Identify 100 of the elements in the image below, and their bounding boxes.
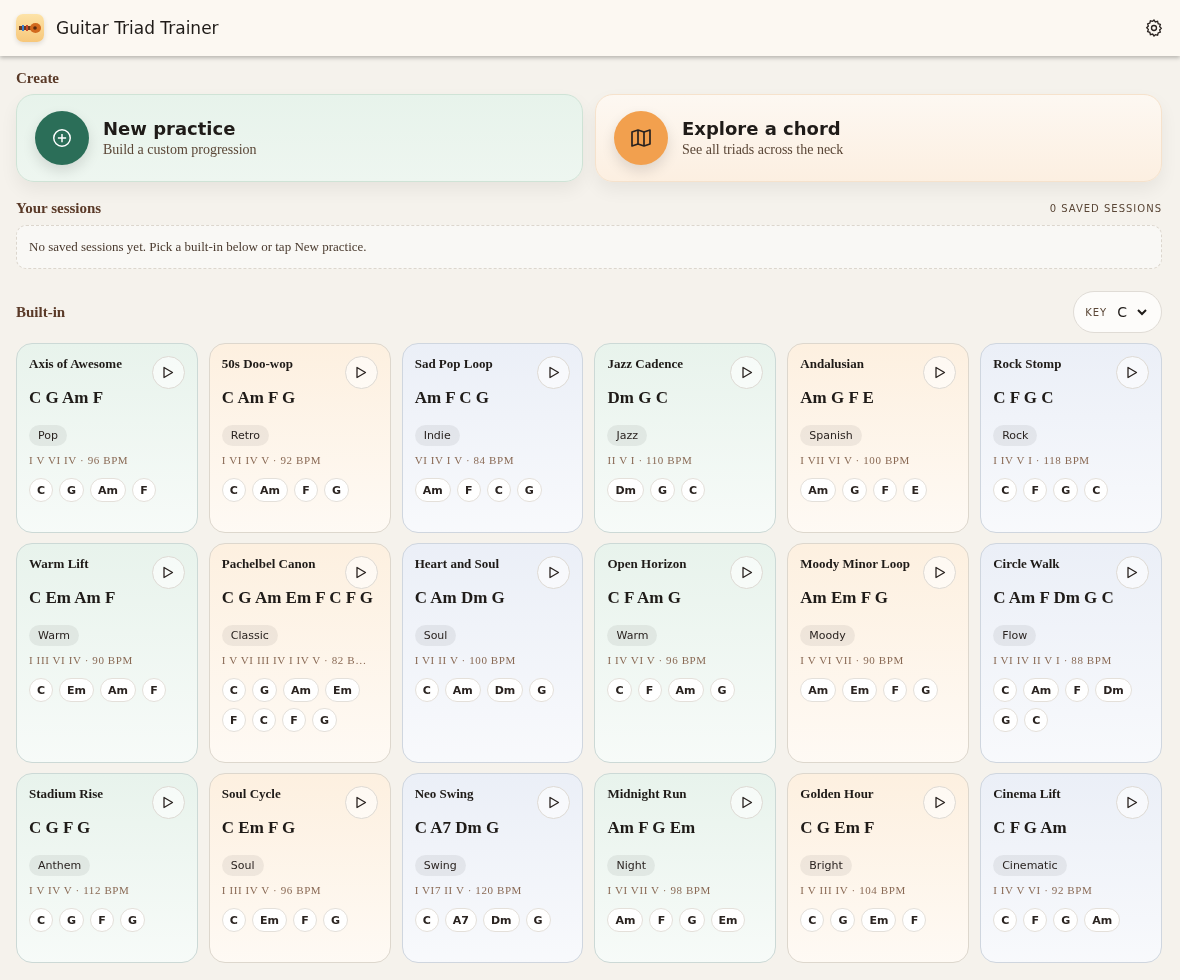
progression-card[interactable]: Rock Stomp C F G C Rock I IV V I · 118 BPM C F G C <box>980 343 1162 533</box>
play-icon <box>933 566 946 579</box>
progression-card[interactable]: Heart and Soul C Am Dm G Soul I VI II V · 100 BPM C Am Dm G <box>401 543 584 763</box>
chord-chip: F <box>132 478 157 502</box>
section-heading: Create <box>16 70 61 87</box>
chord-chip: G <box>830 908 856 932</box>
play-button[interactable] <box>151 786 185 819</box>
chevron-down-icon <box>1137 308 1147 316</box>
play-button[interactable] <box>151 556 185 589</box>
progression-meta: I V IV V · 112 BPM <box>29 884 131 896</box>
play-button[interactable] <box>537 786 571 819</box>
chord-chip: F <box>292 908 317 932</box>
chord-chip: F <box>1023 908 1048 932</box>
action-card[interactable]: Explore a chord See all triads across the neck <box>595 94 1162 182</box>
genre-tag: Moody <box>800 625 855 646</box>
progression-card[interactable]: 50s Doo-wop C Am F G Retro I VI IV V · 92 BPM C Am F G <box>208 343 391 533</box>
progression-meta: I VI IV V · 92 BPM <box>221 454 323 466</box>
chord-chip: G <box>59 908 85 932</box>
progression-card[interactable]: Moody Minor Loop Am Em F G Moody I V VI VII · 90 BPM Am Em F G <box>787 543 970 763</box>
play-button[interactable] <box>151 356 185 389</box>
chord-sequence: C Em Am F <box>29 588 117 609</box>
progression-card[interactable]: Axis of Awesome C G Am F Pop I V VI IV · 96 BPM C G Am F <box>16 343 198 533</box>
chord-chip: F <box>90 908 115 932</box>
progression-card[interactable]: Pachelbel Canon C G Am Em F C F G Classic I V VI III IV I IV V · 82 B… C G Am Em F C F G <box>208 543 391 763</box>
genre-tag: Night <box>607 855 656 876</box>
chord-chip: Am <box>444 678 481 702</box>
progression-card[interactable]: Golden Hour C G Em F Bright I V III IV · 104 BPM C G Em F <box>787 773 970 963</box>
chord-chip: G <box>650 478 676 502</box>
genre-tag: Classic <box>221 625 278 646</box>
progression-card[interactable]: Neo Swing C A7 Dm G Swing I VI7 II V · 120 BPM C A7 Dm G <box>401 773 584 963</box>
play-button[interactable] <box>344 556 378 589</box>
chord-chip: C <box>29 678 54 702</box>
genre-tag: Indie <box>414 425 460 446</box>
progression-card[interactable]: Soul Cycle C Em F G Soul I III IV V · 96 BPM C Em F G <box>208 773 391 963</box>
play-icon <box>355 366 368 379</box>
progression-meta: I IV V VI · 92 BPM <box>993 884 1094 896</box>
chord-chip: Em <box>324 678 360 702</box>
play-button[interactable] <box>923 356 957 389</box>
chord-chip: F <box>1065 678 1090 702</box>
chord-chip: G <box>516 478 542 502</box>
chord-chip: Dm <box>1095 678 1132 702</box>
play-button[interactable] <box>730 556 764 589</box>
plus-circle-icon <box>35 111 89 165</box>
chord-chip: Am <box>100 678 137 702</box>
play-button[interactable] <box>730 356 764 389</box>
play-button[interactable] <box>1116 786 1149 819</box>
play-button[interactable] <box>923 786 957 819</box>
progression-card[interactable]: Jazz Cadence Dm G C Jazz II V I · 110 BPM Dm G C <box>594 343 777 533</box>
progression-meta: I VI II V · 100 BPM <box>414 654 517 666</box>
chord-chip: Am <box>90 478 127 502</box>
progression-meta: I III IV V · 96 BPM <box>221 884 323 896</box>
play-button[interactable] <box>344 356 378 389</box>
progression-name: Golden Hour <box>800 786 875 803</box>
progression-card[interactable]: Warm Lift C Em Am F Warm I III VI IV · 90 BPM C Em Am F <box>16 543 198 763</box>
chord-chip: C <box>1024 708 1049 732</box>
chord-chip: Em <box>842 678 878 702</box>
progression-card[interactable]: Midnight Run Am F G Em Night I VI VII V · 98 BPM Am F G Em <box>594 773 777 963</box>
play-button[interactable] <box>1116 556 1149 589</box>
chord-chip: E <box>903 478 928 502</box>
chord-chip: F <box>293 478 318 502</box>
play-icon <box>1126 796 1139 809</box>
progression-card[interactable]: Andalusian Am G F E Spanish I VII VI V · 100 BPM Am G F E <box>787 343 970 533</box>
chord-sequence: Am F G Em <box>607 818 697 839</box>
chord-chip: C <box>486 478 511 502</box>
play-button[interactable] <box>1116 356 1149 389</box>
action-card[interactable]: New practice Build a custom progression <box>16 94 583 182</box>
section-heading: Your sessions <box>16 200 102 217</box>
progression-meta: I V VI III IV I IV V · 82 B… <box>221 654 368 666</box>
progression-name: Moody Minor Loop <box>800 556 911 573</box>
play-icon <box>355 566 368 579</box>
genre-tag: Warm <box>29 625 79 646</box>
progression-meta: I V VI IV · 96 BPM <box>29 454 130 466</box>
chord-sequence: C F Am G <box>607 588 682 609</box>
play-button[interactable] <box>730 786 764 819</box>
chord-chip: G <box>59 478 85 502</box>
progression-name: Sad Pop Loop <box>414 356 494 373</box>
chord-chip: Am <box>607 908 644 932</box>
play-button[interactable] <box>923 556 957 589</box>
progression-card[interactable]: Cinema Lift C F G Am Cinematic I IV V VI · 92 BPM C F G Am <box>980 773 1162 963</box>
chord-chip: F <box>1023 478 1048 502</box>
progression-card[interactable]: Stadium Rise C G F G Anthem I V IV V · 112 BPM C G F G <box>16 773 198 963</box>
play-button[interactable] <box>537 556 571 589</box>
play-button[interactable] <box>537 356 571 389</box>
progression-card[interactable]: Sad Pop Loop Am F C G Indie VI IV I V · 84 BPM Am F C G <box>401 343 584 533</box>
progression-card[interactable]: Open Horizon C F Am G Warm I IV VI V · 96 BPM C F Am G <box>594 543 777 763</box>
chord-chip: G <box>251 678 277 702</box>
chord-chip: C <box>29 478 54 502</box>
play-button[interactable] <box>344 786 378 819</box>
play-icon <box>162 796 175 809</box>
key-select[interactable]: KEY C <box>1073 291 1162 333</box>
progression-name: Pachelbel Canon <box>221 556 317 573</box>
genre-tag: Bright <box>800 855 852 876</box>
play-icon <box>548 796 560 809</box>
progression-name: Stadium Rise <box>29 786 105 803</box>
settings-icon[interactable] <box>1144 18 1164 38</box>
progression-name: Open Horizon <box>607 556 688 573</box>
chord-chip: Dm <box>607 478 645 502</box>
progression-card[interactable]: Circle Walk C Am F Dm G C Flow I VI IV II V I · 88 BPM C Am F Dm G C <box>980 543 1162 763</box>
logo-icon <box>16 14 44 42</box>
chord-chip: F <box>649 908 674 932</box>
